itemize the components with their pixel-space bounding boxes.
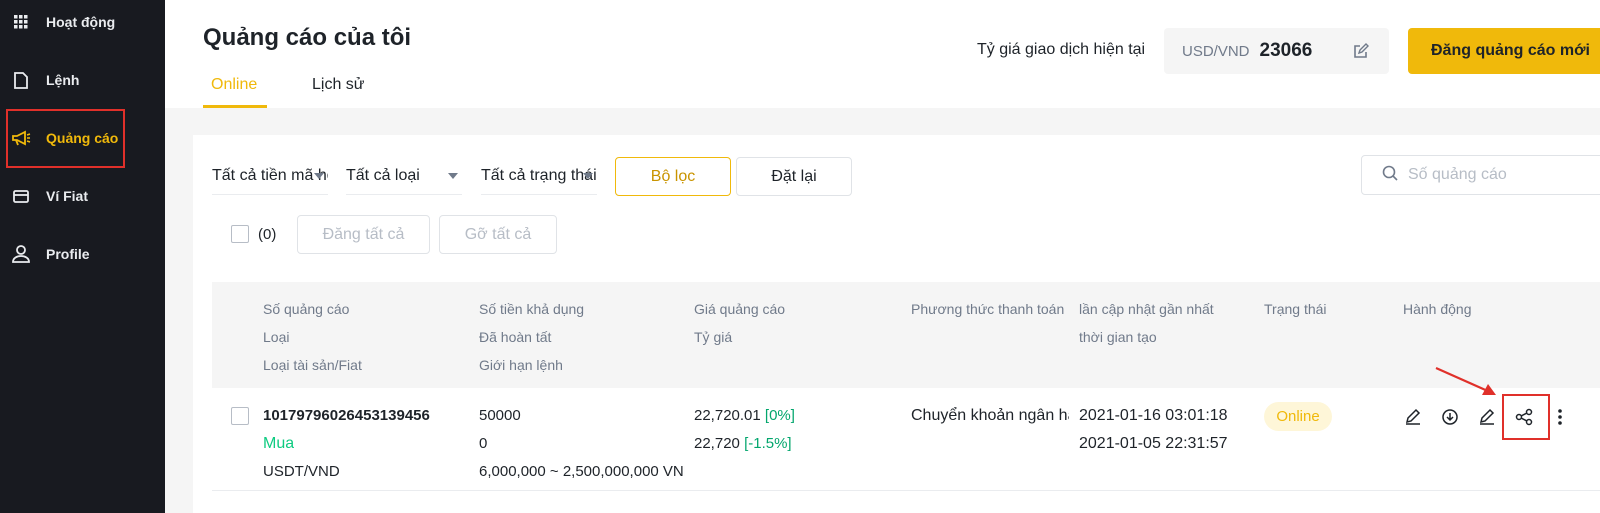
sidebar: Hoạt động Lệnh Quảng cáo Ví Fiat Profile <box>0 0 165 513</box>
header-limit: Giới hạn lệnh <box>479 357 563 373</box>
completed-amount: 0 <box>479 435 488 452</box>
select-all-checkbox[interactable] <box>231 225 249 243</box>
header-asset-fiat: Loại tài sản/Fiat <box>263 357 362 373</box>
chevron-down-icon <box>448 173 458 179</box>
user-icon <box>10 245 32 263</box>
search-icon <box>1382 165 1398 186</box>
ad-price-value: 22,720.01 <box>694 407 761 424</box>
more-options-icon[interactable] <box>1551 407 1569 427</box>
post-new-ad-button[interactable]: Đăng quảng cáo mới <box>1408 28 1600 74</box>
coin-filter-value: Tất cả tiền mã hóa <box>212 166 328 184</box>
ad-rate-pct: [-1.5%] <box>744 435 792 452</box>
highlight-box-ads <box>6 109 125 168</box>
row-checkbox[interactable] <box>231 407 249 425</box>
sidebar-item-label: Lệnh <box>46 72 80 88</box>
document-icon <box>10 71 32 89</box>
take-offline-icon[interactable] <box>1440 407 1460 427</box>
rate-pair: USD/VND <box>1182 42 1250 60</box>
sidebar-item-label: Ví Fiat <box>46 188 89 204</box>
tab-history[interactable]: Lịch sử <box>312 76 365 94</box>
header-updated: lần cập nhật gần nhất <box>1079 301 1214 317</box>
sidebar-item-profile[interactable]: Profile <box>0 234 165 274</box>
tab-online[interactable]: Online <box>211 76 257 94</box>
post-all-button[interactable]: Đăng tất cả <box>297 215 430 254</box>
ad-search <box>1361 155 1600 195</box>
status-filter-dropdown[interactable]: Tất cả trạng thái <box>481 157 597 195</box>
header-actions: Hành động <box>1403 301 1472 317</box>
created-time: 2021-01-05 22:31:57 <box>1079 435 1228 452</box>
row-divider <box>212 490 1600 491</box>
ad-type: Mua <box>263 435 295 452</box>
remove-all-button[interactable]: Gỡ tất cả <box>439 215 557 254</box>
annotation-arrow-icon <box>1435 366 1496 395</box>
header-payment: Phương thức thanh toán <box>911 301 1065 317</box>
grid-icon <box>10 15 32 29</box>
filter-button[interactable]: Bộ lọc <box>615 157 731 196</box>
rate-display: USD/VND 23066 <box>1164 28 1389 74</box>
tab-active-indicator <box>203 105 267 108</box>
ad-number: 10179796026453139456 <box>263 407 430 424</box>
status-badge: Online <box>1264 402 1332 431</box>
table-header <box>212 282 1600 388</box>
edit-rate-icon[interactable] <box>1353 43 1369 64</box>
header-type: Loại <box>263 329 290 345</box>
status-filter-value: Tất cả trạng thái <box>481 166 597 184</box>
updated-time: 2021-01-16 03:01:18 <box>1079 407 1228 424</box>
sidebar-item-fiat-wallet[interactable]: Ví Fiat <box>0 176 165 216</box>
page-header: Quảng cáo của tôi Online Lịch sử Tỷ giá … <box>165 0 1600 108</box>
order-limit: 6,000,000 ~ 2,500,000,000 VND <box>479 463 685 480</box>
payment-method: Chuyển khoản ngân hàng <box>911 407 1069 424</box>
header-created: thời gian tạo <box>1079 329 1157 345</box>
selected-count: (0) <box>258 226 277 243</box>
sidebar-item-label: Profile <box>46 246 90 262</box>
ad-rate: 22,720 [-1.5%] <box>694 435 792 452</box>
header-status: Trạng thái <box>1264 301 1327 317</box>
search-input[interactable] <box>1408 166 1588 184</box>
highlight-box-share <box>1502 394 1550 440</box>
sidebar-item-label: Hoạt động <box>46 14 116 30</box>
edit-icon[interactable] <box>1477 407 1497 427</box>
header-completed: Đã hoàn tất <box>479 329 552 345</box>
sidebar-item-activity[interactable]: Hoạt động <box>0 2 165 42</box>
page-title: Quảng cáo của tôi <box>203 24 412 51</box>
coin-filter-dropdown[interactable]: Tất cả tiền mã hóa <box>212 157 328 195</box>
rate-label: Tỷ giá giao dịch hiện tại <box>977 41 1146 58</box>
header-price: Giá quảng cáo <box>694 301 786 317</box>
chevron-down-icon <box>314 173 324 179</box>
available-amount: 50000 <box>479 407 521 424</box>
type-filter-value: Tất cả loại <box>346 166 420 184</box>
header-available: Số tiền khả dụng <box>479 301 585 317</box>
reset-button[interactable]: Đặt lại <box>736 157 852 196</box>
ad-rate-value: 22,720 <box>694 435 740 452</box>
header-rate: Tỷ giá <box>694 329 733 345</box>
sidebar-item-orders[interactable]: Lệnh <box>0 60 165 100</box>
ad-price-pct: [0%] <box>764 407 795 424</box>
type-filter-dropdown[interactable]: Tất cả loại <box>346 157 462 195</box>
chevron-down-icon <box>583 173 593 179</box>
ad-price: 22,720.01 [0%] <box>694 407 795 424</box>
header-ad-number: Số quảng cáo <box>263 301 350 317</box>
wallet-icon <box>10 189 32 203</box>
edit-price-icon[interactable] <box>1403 407 1423 427</box>
rate-value: 23066 <box>1259 40 1313 61</box>
asset-fiat: USDT/VND <box>263 463 340 480</box>
